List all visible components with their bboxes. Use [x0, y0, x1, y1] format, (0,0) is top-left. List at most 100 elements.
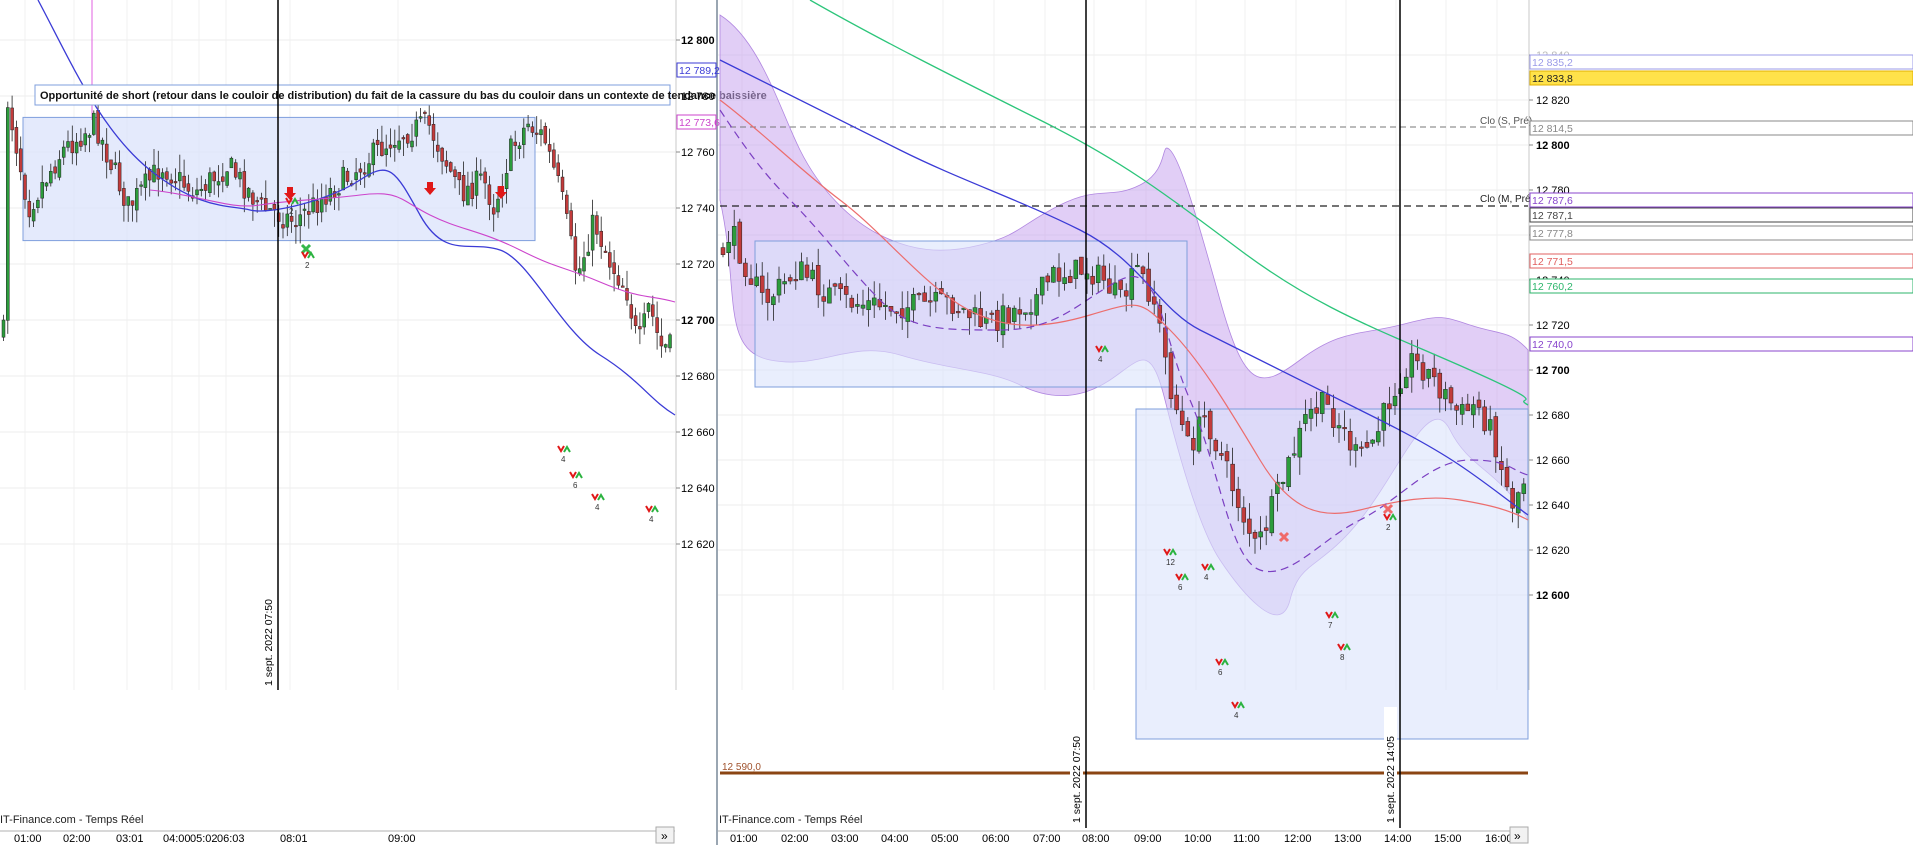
event-label-text: 1 sept. 2022 07:50 — [263, 599, 275, 686]
candle — [298, 214, 302, 227]
price-tag-text: 12 814,5 — [1532, 123, 1573, 135]
price-tick-label: 12 700 — [1536, 365, 1570, 377]
candle — [1314, 407, 1319, 414]
candle — [530, 126, 535, 133]
time-tick-label: 03:01 — [116, 833, 144, 845]
candle — [517, 145, 522, 149]
scroll-right-icon[interactable]: » — [1514, 829, 1521, 843]
candle — [294, 225, 298, 228]
time-tick-label: 05:00 — [931, 833, 959, 845]
candle — [663, 344, 668, 348]
candle — [216, 181, 221, 186]
candle — [720, 247, 726, 255]
candle — [955, 311, 961, 314]
candle — [1101, 265, 1107, 281]
right-chart: Clo (S, Pré) Clo (M, Pré) 12 590,0 1 sept. … — [718, 0, 1534, 828]
candle — [405, 134, 410, 144]
candle — [1381, 403, 1387, 431]
candle — [552, 149, 556, 168]
candle — [1095, 264, 1101, 283]
candle — [1247, 518, 1252, 534]
candle — [1230, 463, 1235, 492]
candle — [776, 278, 782, 296]
price-tag — [1529, 207, 1913, 223]
price-tag-text: 12 760,2 — [1532, 281, 1573, 293]
candle — [871, 297, 877, 306]
candle — [83, 133, 87, 146]
candle — [534, 132, 539, 135]
candle — [104, 143, 109, 163]
candle — [354, 172, 358, 180]
time-tick-label: 12:00 — [1284, 833, 1312, 845]
candle — [866, 300, 871, 311]
candle — [1067, 276, 1073, 283]
candle — [1039, 276, 1045, 296]
price-tag — [1529, 225, 1913, 241]
price-tick-label: 12 720 — [681, 259, 715, 271]
candle — [1213, 439, 1219, 452]
candle — [143, 173, 148, 188]
candle — [642, 313, 646, 328]
candle — [1325, 394, 1331, 405]
candle — [1196, 416, 1202, 452]
scroll-right-icon[interactable]: » — [661, 829, 668, 843]
signal-count: 7 — [1328, 621, 1333, 630]
candle — [1504, 466, 1510, 488]
candle — [765, 288, 771, 303]
candle — [246, 187, 251, 198]
candle — [1353, 444, 1359, 451]
candle — [31, 209, 36, 222]
candle — [195, 189, 199, 196]
candle — [1415, 353, 1420, 362]
candle — [36, 199, 40, 208]
candle — [186, 183, 191, 192]
candle — [203, 184, 208, 191]
candle — [1252, 531, 1258, 539]
candle — [513, 141, 517, 146]
candle — [384, 148, 388, 155]
price-tag — [1529, 278, 1913, 294]
candle — [431, 124, 436, 141]
signal-count: 4 — [1204, 573, 1209, 582]
candle — [894, 311, 899, 314]
candle — [1034, 294, 1039, 316]
candle — [1006, 307, 1011, 325]
candle — [1023, 312, 1028, 315]
price-tick-label: 12 720 — [1536, 320, 1570, 332]
event-label: 1 sept. 2022 14:05 — [1384, 707, 1397, 825]
candle — [646, 303, 651, 312]
candle — [1359, 446, 1364, 449]
candle — [1135, 265, 1140, 268]
candle — [1179, 410, 1185, 425]
candle — [504, 173, 509, 189]
candle — [1347, 431, 1353, 451]
candle — [526, 123, 530, 128]
price-tick-label: 12 660 — [1536, 455, 1570, 467]
candle — [1168, 352, 1174, 400]
candle — [388, 144, 393, 149]
candle — [1202, 415, 1207, 418]
time-tick-label: 10:00 — [1184, 833, 1212, 845]
candle — [1308, 409, 1314, 419]
candle — [113, 162, 118, 166]
candle — [341, 166, 345, 191]
candle — [74, 141, 79, 154]
time-tick-label: 04:00 — [881, 833, 909, 845]
candle — [754, 276, 759, 286]
candle — [539, 129, 543, 136]
candle — [448, 162, 453, 172]
candle — [799, 261, 804, 281]
candle — [109, 159, 113, 171]
price-tag-text: 12 787,6 — [1532, 195, 1573, 207]
candle — [358, 168, 363, 173]
candle — [1420, 362, 1426, 381]
candle — [1051, 266, 1056, 283]
trading-workspace: Opportunité de short (retour dans le cou… — [0, 0, 1913, 845]
signal-count: 4 — [595, 503, 600, 512]
candle — [233, 162, 238, 178]
candle — [560, 176, 565, 192]
candle — [838, 283, 843, 290]
candle — [483, 171, 487, 184]
candle — [444, 160, 449, 167]
signal-count: 6 — [1218, 668, 1223, 677]
